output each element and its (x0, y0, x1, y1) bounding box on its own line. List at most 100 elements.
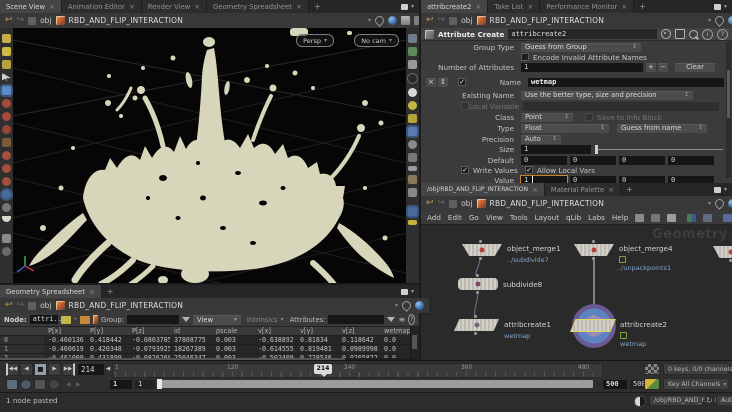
menu-add[interactable]: Add (427, 213, 441, 222)
delete-attr-button[interactable]: × (426, 77, 436, 87)
tab-scene-view[interactable]: Scene View × (0, 0, 62, 13)
view-mode-dropdown[interactable]: View ▾ (192, 314, 241, 325)
pin-icon[interactable] (713, 14, 726, 27)
stop-button[interactable]: ■ (34, 363, 47, 376)
highquality-light-icon[interactable] (408, 101, 417, 110)
audio-toggle-icon[interactable] (20, 379, 32, 390)
cook-icon[interactable] (80, 315, 91, 324)
pane-menu-arrow[interactable]: ▾ (724, 186, 727, 193)
forward-button[interactable]: ↪ (438, 16, 446, 25)
num-attributes-field[interactable]: 1 (521, 63, 643, 72)
follow-node-icon[interactable] (60, 315, 71, 324)
close-icon[interactable]: × (527, 3, 533, 11)
class-dropdown[interactable]: Point ↕ (521, 112, 573, 122)
col-header[interactable]: pscale (212, 327, 254, 335)
remove-attribute-button[interactable]: − (658, 63, 668, 72)
go-to-end-button[interactable]: ▶▶ (62, 363, 75, 376)
key-all-channels-dropdown[interactable]: Key All Channels ▾ (663, 378, 729, 390)
translate-handle-icon[interactable] (2, 99, 11, 108)
dopnet-icon[interactable] (34, 379, 46, 390)
param-scrollbar[interactable] (726, 42, 731, 178)
tab-geometry-spreadsheet[interactable]: Geometry Spreadsheet × (207, 0, 309, 13)
substep-back-icon[interactable]: ◀ (66, 381, 71, 388)
forward-button[interactable]: ↪ (438, 199, 446, 208)
list-view-icon[interactable] (703, 213, 713, 222)
table-vscrollbar[interactable] (410, 327, 419, 358)
viewport-canvas[interactable] (13, 28, 406, 283)
playhead-marker[interactable]: 214 (314, 364, 332, 377)
breadcrumb-node[interactable]: RBD_AND_FLIP_INTERACTION (69, 301, 184, 310)
encode-checkbox[interactable] (521, 53, 529, 61)
move-tool-icon[interactable] (2, 60, 11, 69)
new-tab-button[interactable]: + (309, 0, 326, 13)
globe-icon[interactable] (2, 203, 11, 212)
options-list-icon[interactable]: ≡ (398, 315, 405, 324)
menu-go[interactable]: Go (469, 213, 479, 222)
panel-icon[interactable] (667, 213, 677, 222)
col-header[interactable]: v[z] (338, 327, 380, 335)
new-tab-button[interactable]: + (634, 0, 651, 13)
guess-from-name-dropdown[interactable]: Guess from name ↕ (617, 123, 707, 133)
scale-handle-icon[interactable] (2, 125, 11, 134)
localvar-field[interactable] (523, 101, 719, 111)
select-tool-icon[interactable] (2, 47, 11, 56)
pane-maximize-icon[interactable] (400, 3, 408, 10)
back-button[interactable]: ↩ (5, 301, 13, 310)
attributes-filter-icon[interactable] (387, 317, 396, 322)
shade-mode-icon[interactable] (2, 216, 11, 222)
link-orb-icon[interactable] (388, 16, 397, 25)
pane-maximize-icon[interactable] (713, 3, 721, 10)
allow-local-vars-checkbox[interactable]: ✓ (525, 166, 533, 174)
pane-maximize-icon[interactable] (400, 288, 408, 295)
search-icon[interactable] (689, 29, 698, 39)
table-row[interactable]: 0 -0.460136 0.418442 -0.0803785 37808775 0… (0, 336, 411, 345)
menu-edit[interactable]: Edit (448, 213, 462, 222)
playback-start-field[interactable]: 1 (135, 380, 155, 389)
menu-help[interactable]: Help (612, 213, 628, 222)
col-header[interactable]: v[x] (254, 327, 296, 335)
shadow-icon[interactable] (408, 114, 417, 123)
breadcrumb-node[interactable]: RBD_AND_FLIP_INTERACTION (490, 16, 605, 25)
play-button[interactable]: ▶ (48, 363, 61, 376)
existing-name-dropdown[interactable]: Use the better type, size and precision ↕ (521, 90, 693, 100)
table-row[interactable]: 1 -0.460619 0.420348 -0.0793925 18267389 0… (0, 345, 411, 354)
play-reverse-button[interactable]: ◀ (20, 363, 33, 376)
new-tab-button[interactable]: + (621, 183, 638, 196)
col-header[interactable]: wetmap (380, 327, 411, 335)
keys-status[interactable]: 0 keys, 0/0 channels▴ (663, 363, 732, 375)
pliers-icon[interactable] (2, 234, 11, 243)
persp-view-button[interactable]: Persp ▾ (296, 34, 334, 47)
tab-network-path[interactable]: /obj/RBD_AND_FLIP_INTERACTION × (421, 183, 545, 196)
tab-animation-editor[interactable]: Animation Editor × (61, 0, 142, 13)
new-tab-button[interactable]: + (102, 285, 119, 298)
breadcrumb-node[interactable]: RBD_AND_FLIP_INTERACTION (69, 16, 184, 25)
grid-view-icon[interactable] (687, 213, 697, 222)
grid-icon[interactable] (408, 47, 417, 56)
update-mode-dropdown[interactable]: Auto Update (716, 395, 732, 406)
dark-sphere-icon[interactable] (407, 73, 418, 84)
clear-button[interactable]: Clear (675, 63, 715, 72)
forward-button[interactable]: ↪ (17, 301, 25, 310)
close-icon[interactable]: × (296, 3, 302, 11)
localvar-checkbox[interactable] (461, 102, 469, 110)
breadcrumb-context[interactable]: obj (461, 199, 472, 208)
eye-icon[interactable] (2, 247, 11, 256)
default-field-3[interactable]: 0 (668, 155, 714, 165)
view-mode-icon[interactable] (2, 190, 11, 199)
write-values-checkbox[interactable]: ✓ (461, 166, 469, 174)
default-field-0[interactable]: 0 (521, 155, 567, 165)
close-icon[interactable]: × (621, 3, 627, 11)
breadcrumb-node[interactable]: RBD_AND_FLIP_INTERACTION (490, 199, 605, 208)
group-filter-icon[interactable] (181, 317, 190, 322)
pose-tool-icon[interactable] (2, 138, 11, 147)
stats-icon[interactable] (651, 213, 661, 222)
uv-icon[interactable] (408, 175, 417, 184)
path-dropdown-arrow[interactable]: ▾ (368, 17, 371, 24)
snap-magnet-icon[interactable] (2, 151, 11, 160)
bypass-badge[interactable] (619, 256, 626, 263)
displayoptions-icon[interactable] (408, 127, 417, 136)
wrench-icon[interactable] (635, 213, 645, 222)
node-subdivide8[interactable] (458, 278, 498, 290)
bypass-badge[interactable] (620, 332, 627, 339)
link-orb-icon[interactable] (415, 301, 424, 310)
